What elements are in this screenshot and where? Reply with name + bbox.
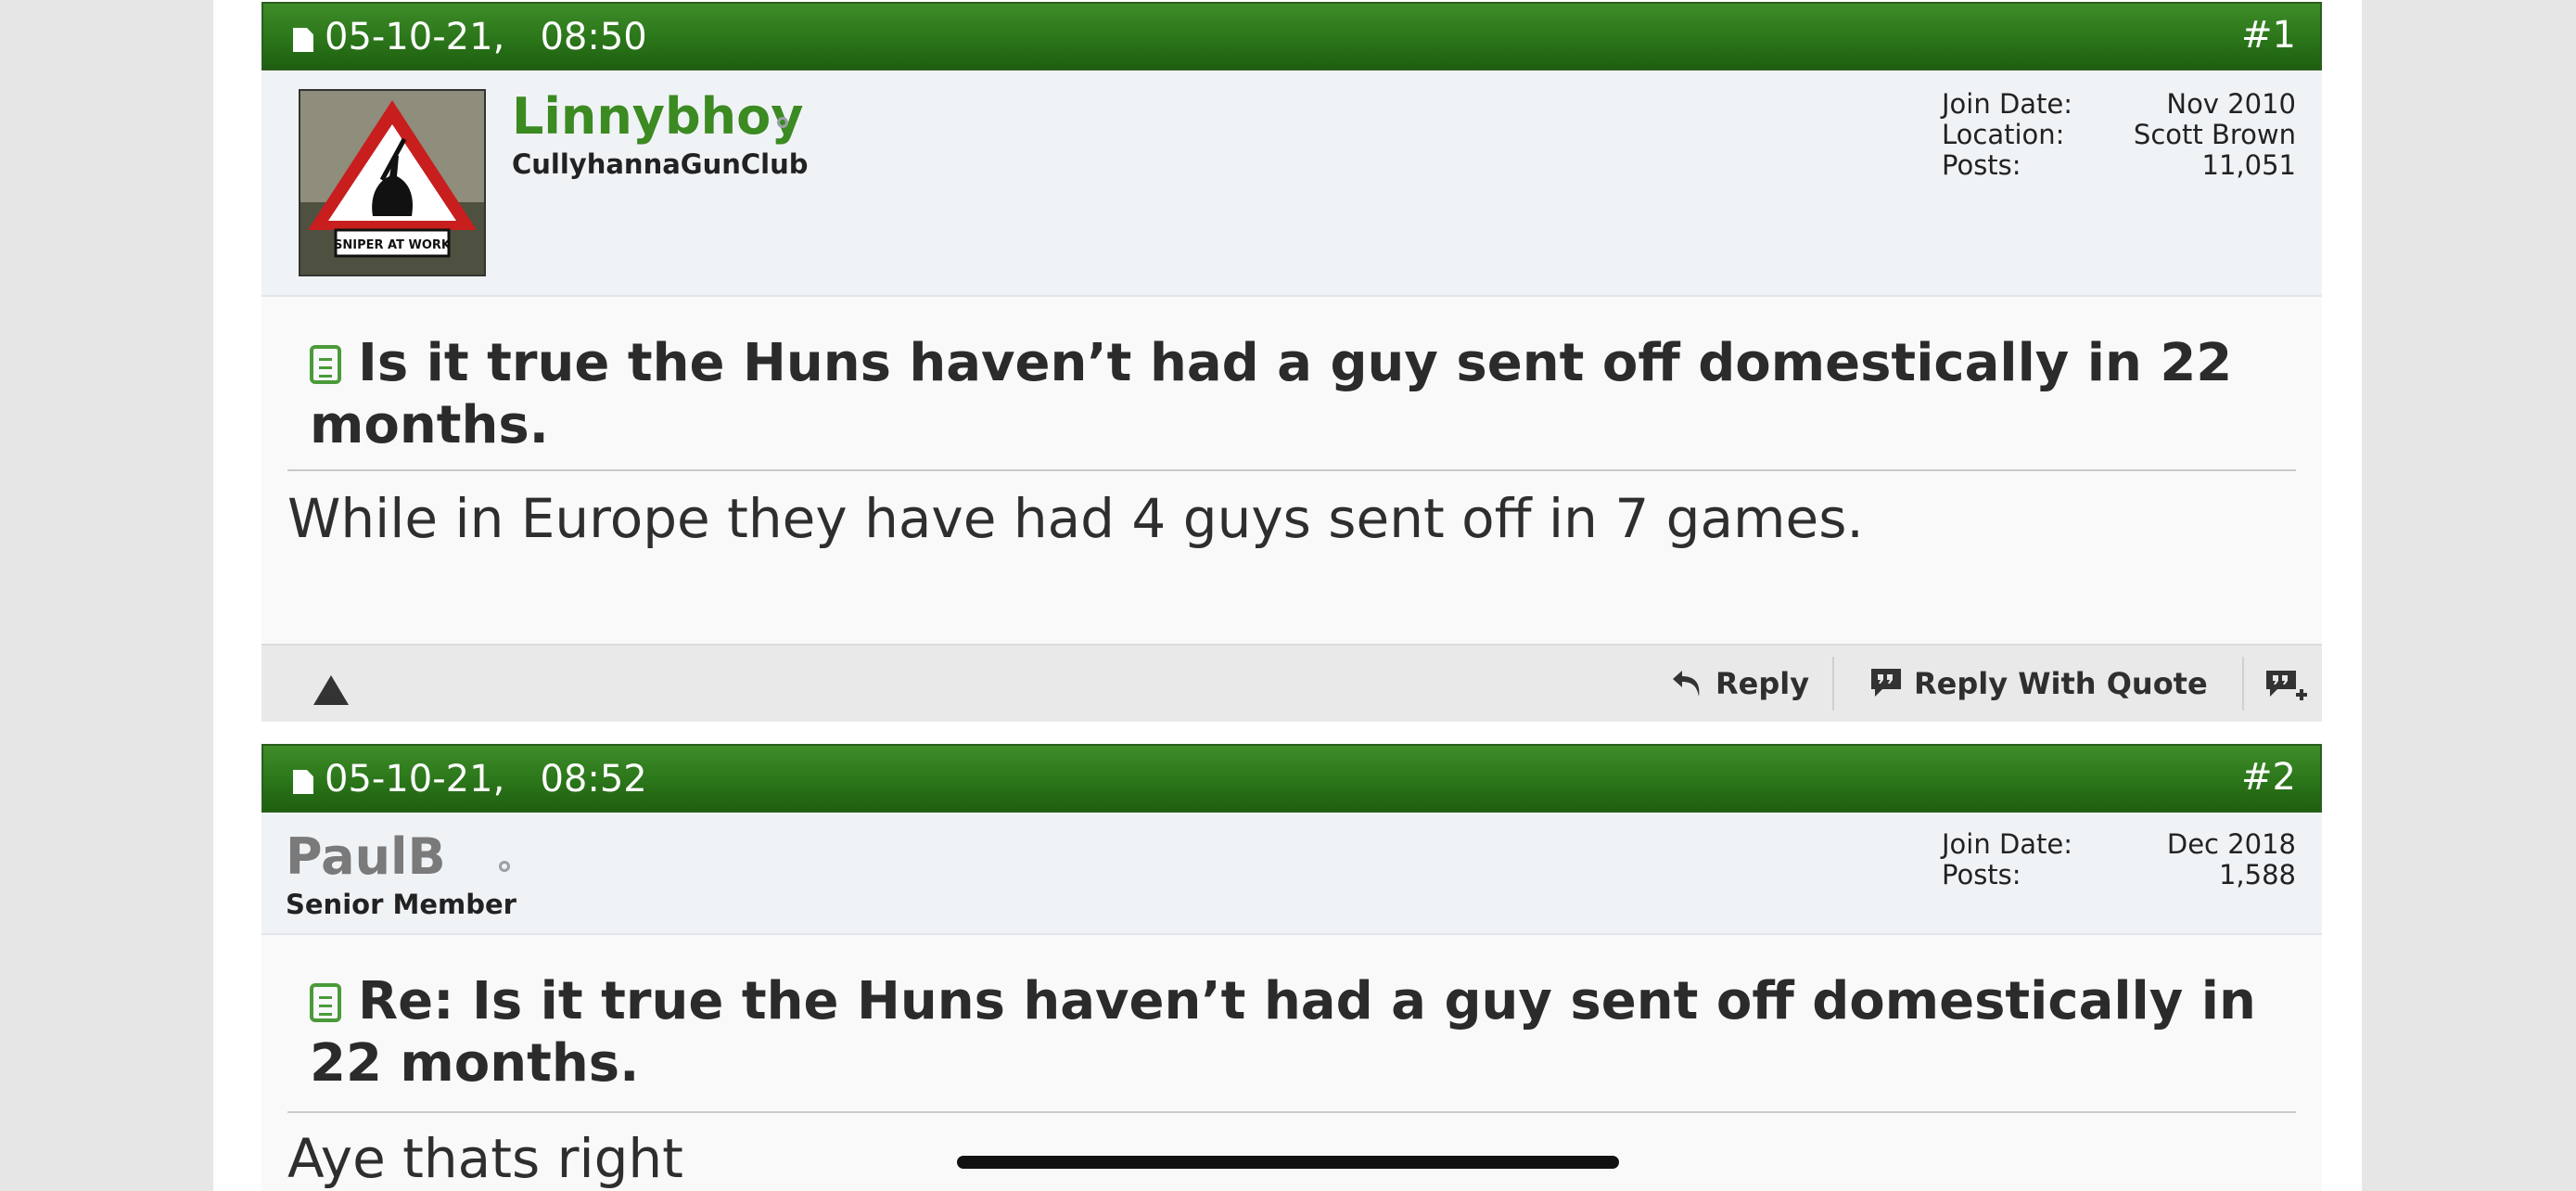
offline-status-icon [777, 117, 788, 128]
document-icon [293, 770, 313, 794]
avatar-sign-image: SNIPER AT WORK [300, 91, 484, 275]
post-date-value: 05-10-21, [325, 16, 505, 58]
multi-quote-button[interactable] [2263, 646, 2311, 722]
reply-button[interactable]: Reply [1669, 646, 1809, 722]
stat-posts: Posts: 1,588 [1942, 860, 2296, 890]
reply-label: Reply [1715, 666, 1810, 701]
post-doc-icon [310, 345, 341, 384]
reply-with-quote-label: Reply With Quote [1914, 666, 2208, 701]
post-footer: Reply Reply With Quote [261, 644, 2322, 722]
stat-value: 1,588 [2218, 859, 2296, 890]
stat-value: Scott Brown [2133, 119, 2296, 150]
post-2: 05-10-21, 08:52 #2 PaulB Senior Member J… [261, 744, 2322, 1191]
stat-posts: Posts: 11,051 [1942, 150, 2296, 181]
username-link[interactable]: PaulB [286, 829, 446, 885]
user-title: Senior Member [286, 889, 516, 920]
user-info: PaulB Senior Member Join Date: Dec 2018 P… [261, 813, 2322, 935]
post-message: While in Europe they have had 4 guys sen… [287, 487, 1864, 550]
stat-label: Join Date: [1942, 88, 2073, 120]
footer-divider [2242, 657, 2244, 711]
user-stats: Join Date: Nov 2010 Location: Scott Brown … [1942, 89, 2296, 181]
post-title: Re: Is it true the Huns haven’t had a gu… [310, 970, 2285, 1095]
stat-label: Posts: [1942, 149, 2021, 181]
user-title: CullyhannaGunClub [512, 148, 809, 180]
stat-join-date: Join Date: Dec 2018 [1942, 829, 2296, 860]
stat-label: Location: [1942, 119, 2065, 150]
footer-divider [1832, 657, 1834, 711]
stat-label: Posts: [1942, 859, 2021, 890]
reply-with-quote-button[interactable]: Reply With Quote [1868, 646, 2208, 722]
multi-quote-plus-icon [2266, 671, 2307, 700]
username-link[interactable]: Linnybhoy [512, 89, 803, 145]
reply-arrow-icon [1673, 671, 1700, 697]
post-date-value: 05-10-21, [325, 758, 505, 800]
post-message: Aye thats right [287, 1127, 683, 1190]
avatar[interactable]: SNIPER AT WORK [299, 89, 486, 276]
forum-thread: 05-10-21, 08:50 #1 SNIPER AT WORK Linnyb… [213, 0, 2362, 1191]
quote-bubble-icon [1871, 669, 1901, 697]
title-divider [287, 1111, 2296, 1113]
post-header: 05-10-21, 08:50 #1 [261, 2, 2322, 70]
stat-value: 11,051 [2201, 149, 2296, 181]
report-warning-icon[interactable] [313, 675, 349, 705]
post-header: 05-10-21, 08:52 #2 [261, 744, 2322, 813]
post-title-text: Is it true the Huns haven’t had a guy se… [310, 333, 2233, 455]
document-icon [293, 28, 313, 52]
post-title: Is it true the Huns haven’t had a guy se… [310, 332, 2285, 456]
avatar-sign-text: SNIPER AT WORK [334, 238, 452, 252]
stat-location: Location: Scott Brown [1942, 120, 2296, 150]
user-info: SNIPER AT WORK Linnybhoy CullyhannaGunCl… [261, 70, 2322, 297]
post-date: 05-10-21, 08:50 [325, 17, 647, 58]
post-time-value: 08:52 [540, 758, 647, 800]
post-date: 05-10-21, 08:52 [325, 759, 647, 800]
post-doc-icon [310, 983, 341, 1022]
offline-status-icon [499, 861, 510, 872]
post-1: 05-10-21, 08:50 #1 SNIPER AT WORK Linnyb… [261, 2, 2322, 722]
stat-join-date: Join Date: Nov 2010 [1942, 89, 2296, 120]
post-title-text: Re: Is it true the Huns haven’t had a gu… [310, 971, 2256, 1094]
stat-label: Join Date: [1942, 828, 2073, 860]
home-indicator[interactable] [957, 1156, 1619, 1169]
post-number-link[interactable]: #1 [2241, 15, 2296, 56]
stat-value: Dec 2018 [2166, 828, 2296, 860]
post-time-value: 08:50 [540, 16, 647, 58]
post-number-link[interactable]: #2 [2241, 757, 2296, 798]
user-stats: Join Date: Dec 2018 Posts: 1,588 [1942, 829, 2296, 890]
title-divider [287, 469, 2296, 471]
stat-value: Nov 2010 [2166, 88, 2296, 120]
